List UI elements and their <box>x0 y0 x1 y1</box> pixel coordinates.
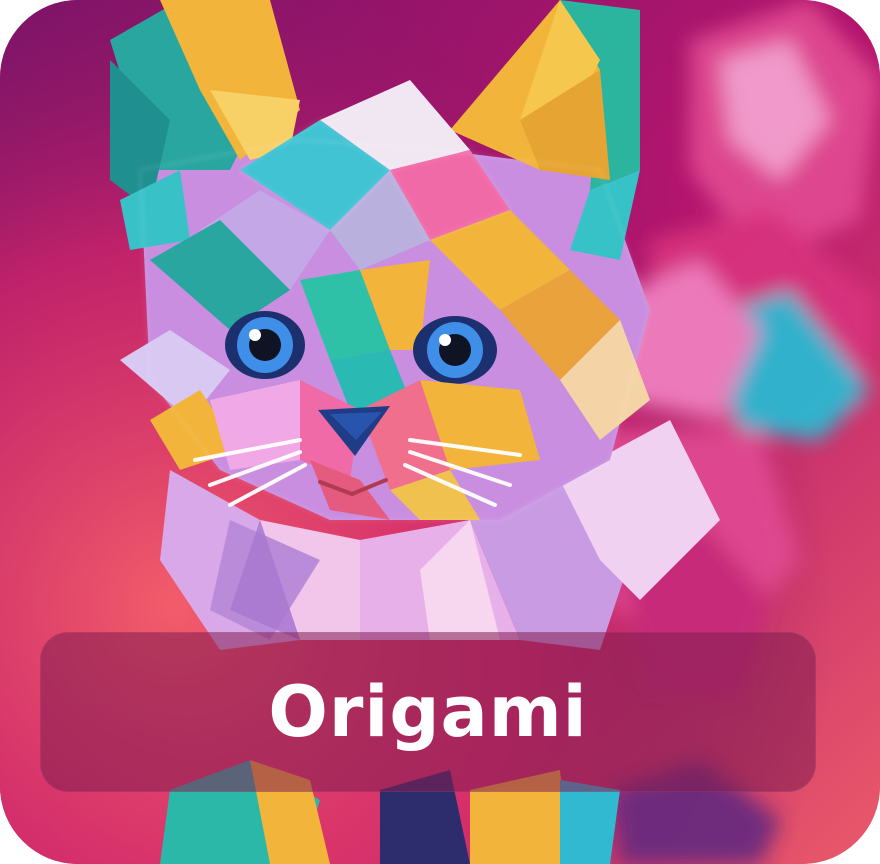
style-label-bar[interactable]: Origami <box>40 632 816 792</box>
style-label-text: Origami <box>268 671 588 753</box>
origami-style-card[interactable]: Origami <box>0 0 880 864</box>
